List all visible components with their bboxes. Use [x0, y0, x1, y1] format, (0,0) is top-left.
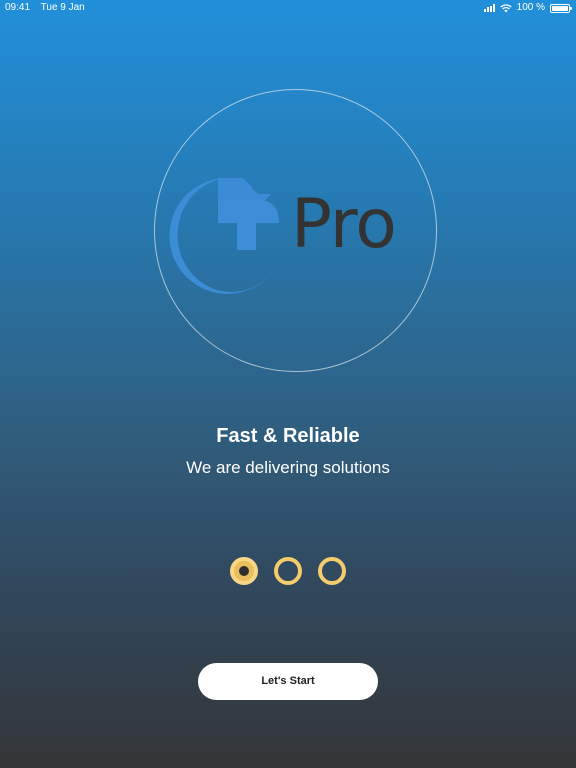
status-time: 09:41: [5, 2, 31, 13]
page-indicator: [230, 557, 346, 585]
logo-wordmark: Pro: [291, 185, 397, 264]
status-left: 09:41 Tue 9 Jan: [5, 0, 93, 16]
battery-icon: [550, 3, 572, 13]
onboarding-subtitle: We are delivering solutions: [186, 458, 390, 477]
status-date: Tue 9 Jan: [40, 2, 85, 13]
cellular-signal-icon: [483, 4, 495, 12]
page-dot-1[interactable]: [230, 557, 258, 585]
lets-start-button[interactable]: Let's Start: [198, 663, 378, 700]
page-dot-3[interactable]: [318, 557, 346, 585]
battery-percentage: 100 %: [516, 2, 545, 13]
wifi-icon: [499, 3, 512, 12]
page-dot-2[interactable]: [274, 557, 302, 585]
status-bar: 09:41 Tue 9 Jan 100 %: [0, 0, 576, 16]
status-right: 100 %: [483, 0, 572, 16]
app-logo: Pro: [154, 89, 437, 372]
onboarding-title: Fast & Reliable: [216, 425, 360, 447]
